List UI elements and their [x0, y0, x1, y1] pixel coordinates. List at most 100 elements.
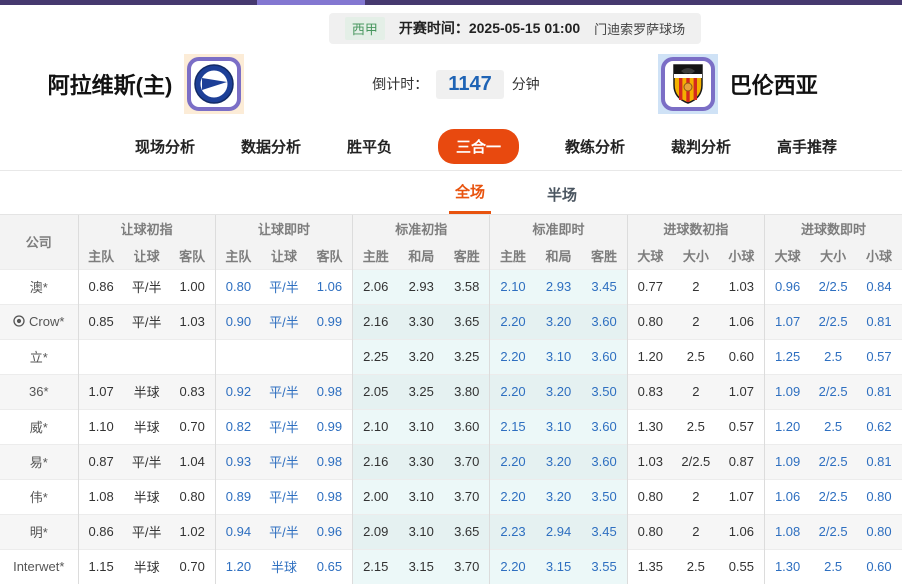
odds-cell[interactable]: 0.84 [856, 269, 902, 304]
odds-cell[interactable]: 3.55 [581, 549, 627, 584]
odds-cell[interactable]: 1.08 [764, 514, 810, 549]
odds-cell[interactable]: 平/半 [261, 444, 307, 479]
odds-cell[interactable]: 0.96 [307, 514, 353, 549]
odds-cell[interactable]: 1.09 [764, 374, 810, 409]
odds-cell[interactable]: 1.06 [764, 479, 810, 514]
company-cell[interactable]: Crow* [0, 304, 78, 339]
odds-cell[interactable]: 2/2.5 [810, 304, 856, 339]
odds-cell[interactable]: 3.60 [581, 409, 627, 444]
odds-cell[interactable]: 2.20 [490, 304, 536, 339]
odds-cell[interactable]: 0.57 [856, 339, 902, 374]
subtab-1[interactable]: 半场 [541, 176, 583, 214]
odds-cell[interactable]: 3.15 [536, 549, 582, 584]
odds-cell[interactable]: 0.93 [215, 444, 261, 479]
odds-cell[interactable]: 2/2.5 [810, 374, 856, 409]
odds-cell[interactable]: 2.93 [536, 269, 582, 304]
odds-cell[interactable]: 1.09 [764, 444, 810, 479]
company-cell[interactable]: 澳* [0, 269, 78, 304]
odds-cell[interactable]: 平/半 [261, 479, 307, 514]
company-cell[interactable]: Interwet* [0, 549, 78, 584]
odds-cell[interactable]: 0.81 [856, 304, 902, 339]
odds-cell[interactable]: 3.10 [536, 409, 582, 444]
nav-tab-1[interactable]: 数据分析 [241, 136, 301, 157]
odds-cell[interactable]: 0.94 [215, 514, 261, 549]
odds-cell[interactable]: 2.5 [810, 339, 856, 374]
odds-cell[interactable]: 1.30 [764, 549, 810, 584]
odds-cell[interactable]: 2/2.5 [810, 479, 856, 514]
company-cell[interactable]: 明* [0, 514, 78, 549]
odds-cell[interactable]: 平/半 [261, 374, 307, 409]
alaves-crest-icon [193, 63, 235, 105]
company-cell[interactable]: 立* [0, 339, 78, 374]
odds-cell[interactable]: 0.80 [856, 479, 902, 514]
odds-cell[interactable]: 2.20 [490, 549, 536, 584]
odds-cell[interactable]: 2.10 [490, 269, 536, 304]
odds-cell[interactable]: 平/半 [261, 304, 307, 339]
odds-cell[interactable]: 2.94 [536, 514, 582, 549]
odds-cell[interactable]: 2.20 [490, 339, 536, 374]
odds-cell[interactable]: 平/半 [261, 514, 307, 549]
odds-cell[interactable]: 0.80 [856, 514, 902, 549]
odds-cell[interactable]: 3.20 [536, 479, 582, 514]
odds-cell[interactable]: 3.50 [581, 479, 627, 514]
odds-cell[interactable]: 1.25 [764, 339, 810, 374]
odds-cell[interactable]: 2.5 [810, 549, 856, 584]
odds-cell[interactable]: 1.07 [764, 304, 810, 339]
odds-cell[interactable]: 3.45 [581, 269, 627, 304]
odds-cell[interactable]: 3.20 [536, 374, 582, 409]
odds-cell[interactable]: 0.81 [856, 374, 902, 409]
nav-tab-2[interactable]: 胜平负 [347, 136, 392, 157]
odds-cell[interactable]: 2.23 [490, 514, 536, 549]
odds-cell[interactable]: 3.50 [581, 374, 627, 409]
odds-cell[interactable]: 0.98 [307, 374, 353, 409]
odds-cell[interactable]: 1.20 [215, 549, 261, 584]
company-cell[interactable]: 威* [0, 409, 78, 444]
nav-tab-4[interactable]: 教练分析 [565, 136, 625, 157]
odds-cell[interactable]: 0.92 [215, 374, 261, 409]
sub-header: 和局 [398, 242, 444, 269]
odds-cell[interactable]: 2.20 [490, 374, 536, 409]
odds-cell[interactable]: 3.60 [581, 304, 627, 339]
odds-cell[interactable]: 0.89 [215, 479, 261, 514]
company-cell[interactable]: 36* [0, 374, 78, 409]
odds-cell[interactable]: 3.60 [581, 444, 627, 479]
odds-cell[interactable]: 0.99 [307, 304, 353, 339]
subtab-0[interactable]: 全场 [449, 173, 491, 214]
odds-cell[interactable]: 0.60 [856, 549, 902, 584]
odds-cell[interactable]: 3.45 [581, 514, 627, 549]
odds-cell[interactable]: 0.99 [307, 409, 353, 444]
odds-cell[interactable]: 2.15 [490, 409, 536, 444]
odds-cell[interactable]: 0.90 [215, 304, 261, 339]
odds-cell[interactable]: 3.20 [536, 304, 582, 339]
odds-cell[interactable]: 3.60 [581, 339, 627, 374]
company-cell[interactable]: 伟* [0, 479, 78, 514]
odds-cell[interactable]: 2/2.5 [810, 269, 856, 304]
odds-cell[interactable]: 1.06 [307, 269, 353, 304]
odds-cell[interactable]: 0.65 [307, 549, 353, 584]
odds-cell[interactable]: 0.98 [307, 479, 353, 514]
odds-cell[interactable]: 2.5 [810, 409, 856, 444]
odds-cell[interactable]: 0.98 [307, 444, 353, 479]
odds-cell[interactable]: 平/半 [261, 409, 307, 444]
odds-cell[interactable]: 3.20 [536, 444, 582, 479]
odds-cell[interactable]: 平/半 [261, 269, 307, 304]
odds-cell[interactable]: 3.10 [536, 339, 582, 374]
odds-cell[interactable]: 2.20 [490, 444, 536, 479]
odds-cell[interactable]: 0.81 [856, 444, 902, 479]
nav-tab-0[interactable]: 现场分析 [135, 136, 195, 157]
odds-cell[interactable]: 2/2.5 [810, 514, 856, 549]
odds-cell[interactable]: 2/2.5 [810, 444, 856, 479]
nav-tab-3[interactable]: 三合一 [438, 129, 519, 164]
odds-cell[interactable]: 0.96 [764, 269, 810, 304]
odds-cell[interactable]: 2.20 [490, 479, 536, 514]
odds-cell[interactable]: 0.82 [215, 409, 261, 444]
nav-tab-5[interactable]: 裁判分析 [671, 136, 731, 157]
odds-cell[interactable]: 半球 [261, 549, 307, 584]
home-team-name: 阿拉维斯(主) [48, 68, 173, 100]
company-cell[interactable]: 易* [0, 444, 78, 479]
nav-tab-6[interactable]: 高手推荐 [777, 136, 837, 157]
odds-cell[interactable]: 1.20 [764, 409, 810, 444]
odds-cell[interactable]: 0.80 [215, 269, 261, 304]
odds-cell: 3.80 [444, 374, 490, 409]
odds-cell[interactable]: 0.62 [856, 409, 902, 444]
